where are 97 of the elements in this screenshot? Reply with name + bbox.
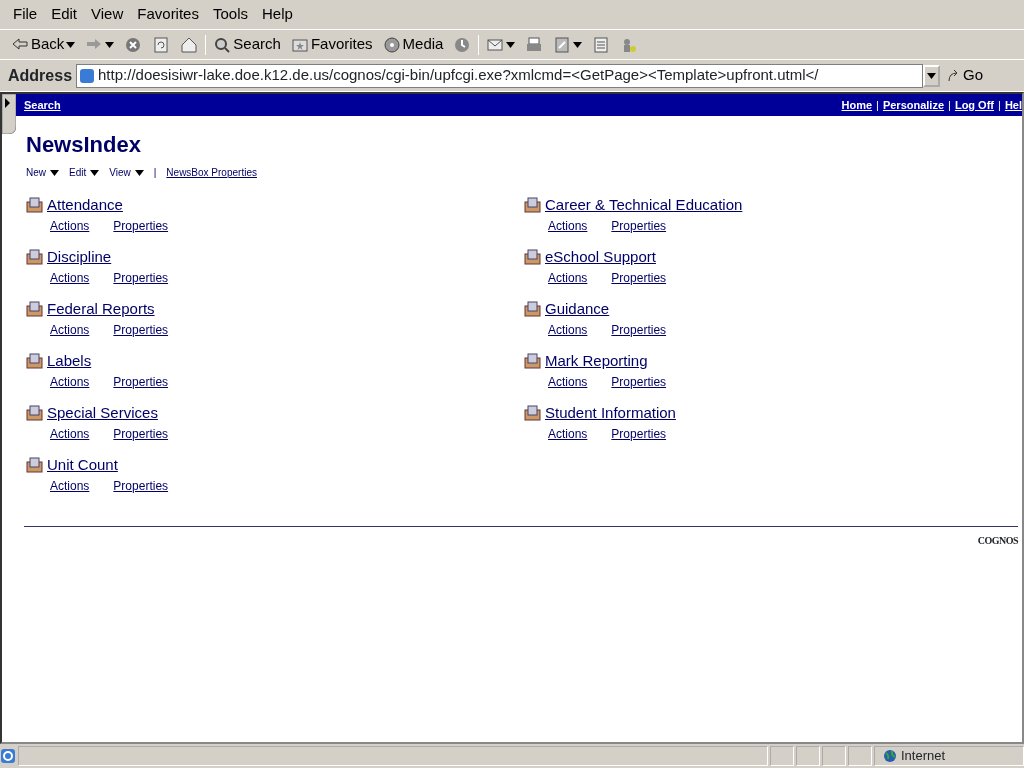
page-title: NewsIndex: [26, 131, 142, 159]
caret-icon: [105, 41, 115, 48]
status-pane: [822, 746, 846, 766]
actions-link[interactable]: Actions: [50, 268, 90, 287]
menu-dropdown[interactable]: View: [109, 165, 144, 180]
caret-icon: [134, 169, 144, 176]
status-pane: [848, 746, 872, 766]
house-icon: [180, 35, 199, 54]
address-field[interactable]: http://doesisiwr-lake.doe.k12.de.us/cognos/cgi-bin/upfcgi.exe?xmlcmd=<GetPage><Template>upfront.utml</: [76, 63, 923, 88]
page-icon: [0, 748, 16, 764]
newsbox-link[interactable]: Career & Technical Education: [545, 194, 743, 217]
actions-link[interactable]: Actions: [548, 424, 588, 443]
actions-link[interactable]: Actions: [548, 320, 588, 339]
folder-icon: [524, 197, 541, 214]
status-pane: [770, 746, 794, 766]
newsbox-link[interactable]: Federal Reports: [47, 298, 155, 321]
newsbox-link[interactable]: Unit Count: [47, 454, 118, 477]
newsbox-link[interactable]: eSchool Support: [545, 246, 656, 269]
actions-link[interactable]: Actions: [50, 372, 90, 391]
menu-item[interactable]: Edit: [46, 3, 83, 26]
page-icon: [152, 35, 171, 54]
menu-dropdown[interactable]: New: [26, 165, 59, 180]
actions-link[interactable]: Actions: [548, 372, 588, 391]
clock-icon: [453, 35, 472, 54]
properties-link[interactable]: Properties: [611, 216, 667, 235]
stop-icon: [124, 35, 143, 54]
actions-link[interactable]: Actions: [50, 424, 90, 443]
folder-icon: [524, 249, 541, 266]
properties-link[interactable]: Properties: [611, 372, 667, 391]
newsbox-properties-link[interactable]: NewsBox Properties: [166, 165, 257, 180]
header-link[interactable]: Home: [841, 96, 873, 114]
properties-link[interactable]: Properties: [611, 320, 667, 339]
folder-icon: [524, 405, 541, 422]
actions-link[interactable]: Actions: [50, 216, 90, 235]
cognos-logo: COGNOS: [977, 534, 1018, 548]
caret-icon: [90, 169, 100, 176]
menu-item[interactable]: Tools: [207, 3, 253, 26]
properties-link[interactable]: Properties: [113, 372, 169, 391]
link-separator: |: [153, 166, 157, 180]
search-link[interactable]: Search: [24, 96, 61, 114]
folder-icon: [524, 301, 541, 318]
favorites-button[interactable]: Favorites: [287, 33, 376, 56]
magnifier-icon: [213, 35, 232, 54]
folder-icon: [524, 353, 541, 370]
folder-icon: [26, 197, 43, 214]
properties-link[interactable]: Properties: [113, 476, 169, 495]
back-button[interactable]: Back: [8, 33, 79, 56]
actions-link[interactable]: Actions: [548, 216, 588, 235]
newsbox-link[interactable]: Discipline: [47, 246, 112, 269]
status-pane: [796, 746, 820, 766]
newsbox-link[interactable]: Guidance: [545, 298, 610, 321]
properties-link[interactable]: Properties: [611, 268, 667, 287]
media-button[interactable]: Media: [379, 33, 447, 56]
document-icon: [553, 35, 572, 54]
folder-icon: [26, 249, 43, 266]
folder-icon: [26, 301, 43, 318]
disc-icon: [382, 35, 401, 54]
actions-link[interactable]: Actions: [50, 320, 90, 339]
caret-icon: [927, 72, 936, 79]
properties-link[interactable]: Properties: [113, 424, 169, 443]
header-link[interactable]: Personalize: [882, 96, 945, 114]
notes-icon: [592, 35, 611, 54]
newsbox-link[interactable]: Mark Reporting: [545, 350, 648, 373]
globe-icon: [883, 749, 897, 763]
folder-icon: [26, 457, 43, 474]
menu-item[interactable]: File: [8, 3, 43, 26]
page-icon: [79, 67, 96, 84]
menu-item[interactable]: Help: [257, 3, 298, 26]
link-separator: |: [875, 97, 880, 113]
folder-icon: [26, 353, 43, 370]
go-button[interactable]: Go: [944, 64, 986, 87]
newsbox-link[interactable]: Attendance: [47, 194, 123, 217]
caret-icon: [573, 41, 583, 48]
folder-icon: [26, 405, 43, 422]
properties-link[interactable]: Properties: [611, 424, 667, 443]
properties-link[interactable]: Properties: [113, 320, 169, 339]
caret-icon: [50, 169, 59, 176]
caret-icon: [66, 41, 76, 48]
properties-link[interactable]: Properties: [113, 268, 169, 287]
menu-dropdown[interactable]: Edit: [69, 165, 100, 180]
caret-icon: [506, 41, 516, 48]
actions-link[interactable]: Actions: [548, 268, 588, 287]
properties-link[interactable]: Properties: [113, 216, 169, 235]
link-separator: |: [997, 97, 1002, 113]
menu-item[interactable]: View: [86, 3, 129, 26]
link-separator: |: [947, 97, 952, 113]
address-label: Address: [8, 65, 73, 86]
zone-label: Internet: [901, 747, 946, 766]
header-link[interactable]: Log Off: [954, 96, 994, 114]
header-link[interactable]: Hel: [1004, 96, 1022, 114]
newsbox-link[interactable]: Student Information: [545, 402, 676, 425]
actions-link[interactable]: Actions: [50, 476, 90, 495]
printer-icon: [525, 35, 544, 54]
menu-item[interactable]: Favorites: [132, 3, 204, 26]
search-button[interactable]: Search: [210, 33, 284, 56]
newsbox-link[interactable]: Special Services: [47, 402, 158, 425]
newsbox-link[interactable]: Labels: [47, 350, 92, 373]
